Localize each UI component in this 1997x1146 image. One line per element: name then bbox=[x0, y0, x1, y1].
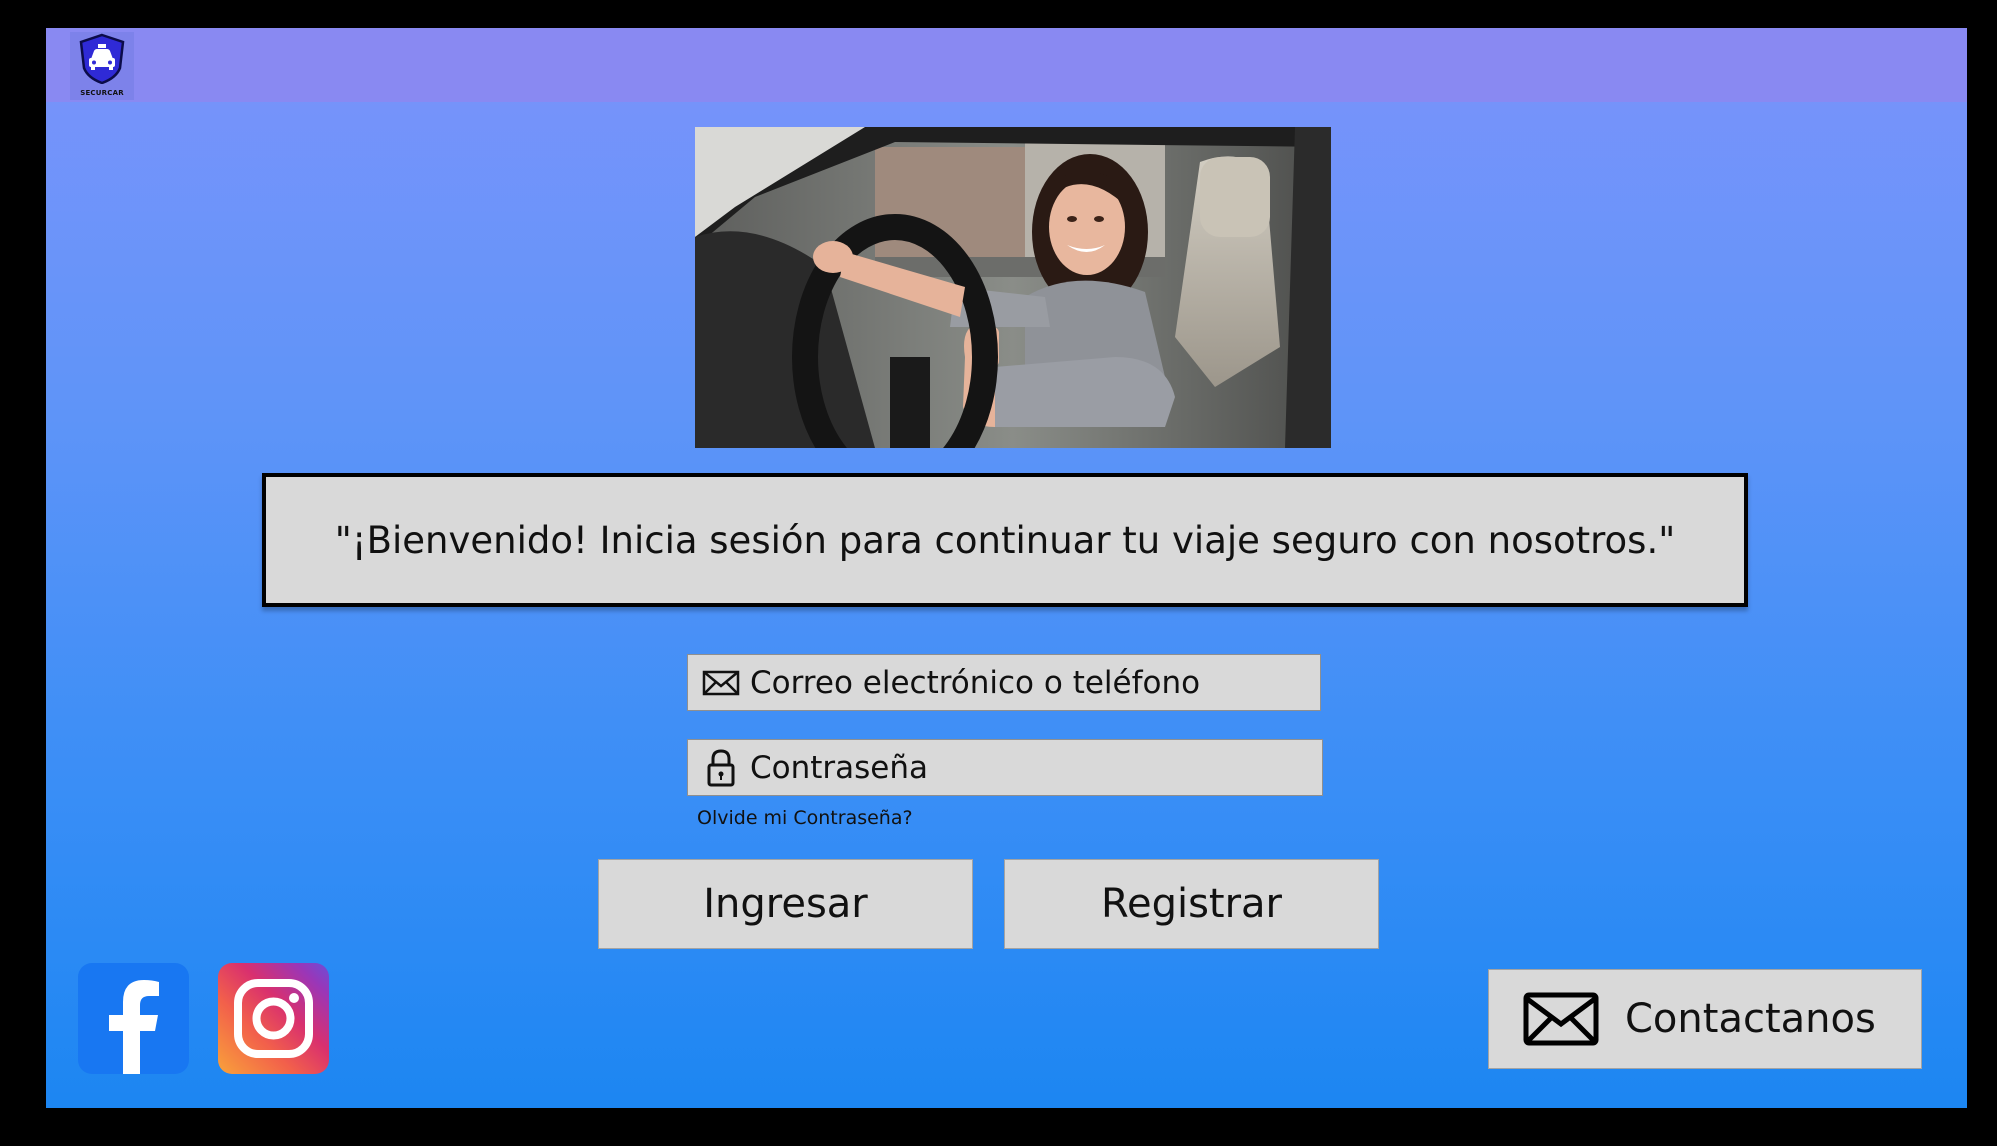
instagram-icon[interactable] bbox=[218, 963, 329, 1074]
login-button[interactable]: Ingresar bbox=[598, 859, 973, 949]
securcar-logo[interactable]: SECURCAR bbox=[70, 32, 134, 100]
welcome-text: "¡Bienvenido! Inicia sesión para continu… bbox=[334, 518, 1676, 562]
logo-text: SECURCAR bbox=[80, 89, 124, 97]
register-button[interactable]: Registrar bbox=[1004, 859, 1379, 949]
contact-button[interactable]: Contactanos bbox=[1488, 969, 1922, 1069]
contact-label: Contactanos bbox=[1625, 996, 1876, 1042]
email-placeholder: Correo electrónico o teléfono bbox=[750, 664, 1201, 701]
forgot-password-link[interactable]: Olvide mi Contraseña? bbox=[697, 807, 913, 829]
mail-icon bbox=[702, 664, 740, 702]
top-bar: SECURCAR bbox=[46, 28, 1967, 102]
app-frame: SECURCAR "¡Bienvenido! Inicia sesión par… bbox=[46, 28, 1967, 1108]
woman-driving-car-photo bbox=[695, 127, 1331, 448]
shield-car-icon bbox=[79, 33, 125, 84]
facebook-icon[interactable] bbox=[78, 963, 189, 1074]
mail-icon bbox=[1523, 992, 1603, 1046]
hero-image bbox=[695, 127, 1331, 448]
email-field[interactable]: Correo electrónico o teléfono bbox=[687, 654, 1321, 711]
password-field[interactable]: Contraseña bbox=[687, 739, 1323, 796]
password-placeholder: Contraseña bbox=[750, 749, 929, 786]
welcome-message: "¡Bienvenido! Inicia sesión para continu… bbox=[262, 473, 1748, 607]
lock-icon bbox=[702, 748, 740, 787]
